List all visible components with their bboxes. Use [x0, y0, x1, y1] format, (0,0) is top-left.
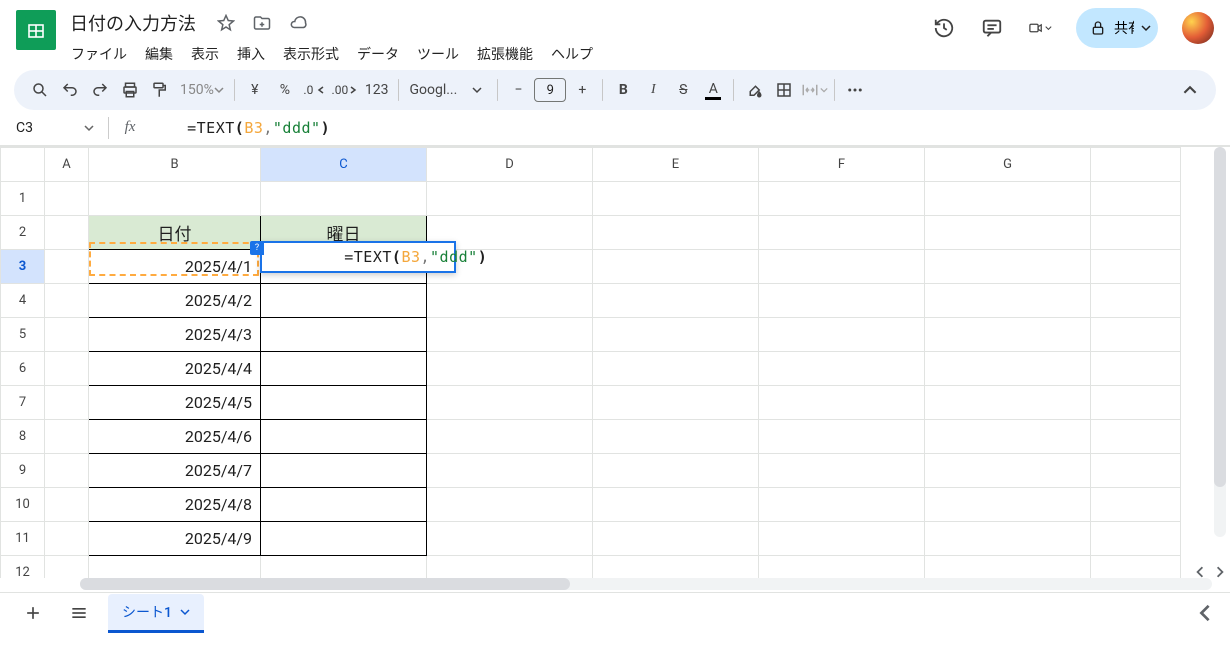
- sheet-scroll-arrows[interactable]: [1194, 566, 1226, 578]
- bold-button[interactable]: B: [609, 76, 637, 104]
- fill-color-button[interactable]: [740, 76, 768, 104]
- cell-B5[interactable]: 2025/4/3: [89, 318, 261, 352]
- row-header-6[interactable]: 6: [1, 352, 45, 386]
- cell-B3[interactable]: 2025/4/1: [89, 250, 261, 284]
- sheets-logo[interactable]: [16, 10, 56, 50]
- share-dropdown[interactable]: [1134, 10, 1158, 46]
- all-sheets-button[interactable]: [62, 596, 96, 630]
- cell-C6[interactable]: [261, 352, 427, 386]
- menu-data[interactable]: データ: [350, 40, 406, 68]
- menu-insert[interactable]: 挿入: [230, 40, 272, 68]
- merge-button[interactable]: [800, 76, 828, 104]
- cell-C9[interactable]: [261, 454, 427, 488]
- menu-bar: ファイル 編集 表示 挿入 表示形式 データ ツール 拡張機能 ヘルプ: [64, 38, 600, 68]
- cell-B2[interactable]: 日付: [89, 216, 261, 250]
- meet-icon[interactable]: [1028, 16, 1052, 40]
- move-icon[interactable]: [250, 11, 274, 35]
- sheet-tab-1[interactable]: シート1: [108, 594, 204, 633]
- cell-C8[interactable]: [261, 420, 427, 454]
- col-header-E[interactable]: E: [593, 148, 759, 182]
- cell-B11[interactable]: 2025/4/9: [89, 522, 261, 556]
- sheet-tab-menu-icon[interactable]: [180, 607, 190, 617]
- cell-C7[interactable]: [261, 386, 427, 420]
- menu-view[interactable]: 表示: [184, 40, 226, 68]
- more-toolbar-icon[interactable]: [841, 76, 869, 104]
- menu-edit[interactable]: 編集: [138, 40, 180, 68]
- search-menus-icon[interactable]: [26, 76, 54, 104]
- font-dropdown-icon[interactable]: [463, 76, 491, 104]
- spreadsheet-grid[interactable]: A B C D E F G 1 2 日付 曜日 3 2025/4/1 4 202…: [0, 147, 1181, 578]
- menu-extensions[interactable]: 拡張機能: [470, 40, 540, 68]
- row-header-11[interactable]: 11: [1, 522, 45, 556]
- menu-help[interactable]: ヘルプ: [544, 40, 600, 68]
- print-icon[interactable]: [116, 76, 144, 104]
- menu-file[interactable]: ファイル: [64, 40, 134, 68]
- row-header-2[interactable]: 2: [1, 216, 45, 250]
- horizontal-scrollbar[interactable]: [80, 578, 1212, 590]
- row-header-9[interactable]: 9: [1, 454, 45, 488]
- col-header-A[interactable]: A: [45, 148, 89, 182]
- font-size-input[interactable]: 9: [534, 78, 566, 102]
- row-header-4[interactable]: 4: [1, 284, 45, 318]
- add-sheet-button[interactable]: [16, 596, 50, 630]
- row-header-1[interactable]: 1: [1, 182, 45, 216]
- undo-icon[interactable]: [56, 76, 84, 104]
- cell-editor[interactable]: ? =TEXT(B3,"ddd"): [260, 241, 456, 273]
- vertical-scrollbar[interactable]: [1214, 147, 1226, 537]
- collapse-toolbar-icon[interactable]: [1176, 76, 1204, 104]
- col-header-B[interactable]: B: [89, 148, 261, 182]
- row-header-12[interactable]: 12: [1, 556, 45, 579]
- select-all-corner[interactable]: [1, 148, 45, 182]
- number-format-button[interactable]: 123: [361, 76, 393, 104]
- col-header-D[interactable]: D: [427, 148, 593, 182]
- col-header-F[interactable]: F: [759, 148, 925, 182]
- row-header-3[interactable]: 3: [1, 250, 45, 284]
- row-header-10[interactable]: 10: [1, 488, 45, 522]
- cell-C10[interactable]: [261, 488, 427, 522]
- formula-help-icon[interactable]: ?: [250, 241, 264, 255]
- cell-B10[interactable]: 2025/4/8: [89, 488, 261, 522]
- doc-title[interactable]: 日付の入力方法: [64, 8, 202, 38]
- font-size-decrease[interactable]: −: [504, 76, 532, 104]
- borders-button[interactable]: [770, 76, 798, 104]
- text-color-button[interactable]: A: [699, 76, 727, 104]
- col-header-G[interactable]: G: [925, 148, 1091, 182]
- sheet-tab-label: シート1: [122, 602, 172, 622]
- star-icon[interactable]: [214, 11, 238, 35]
- cell-C4[interactable]: [261, 284, 427, 318]
- row-header-5[interactable]: 5: [1, 318, 45, 352]
- explore-button[interactable]: [1196, 604, 1214, 622]
- name-box[interactable]: C3: [16, 120, 84, 136]
- strike-button[interactable]: S: [669, 76, 697, 104]
- history-icon[interactable]: [932, 16, 956, 40]
- cell-C11[interactable]: [261, 522, 427, 556]
- menu-format[interactable]: 表示形式: [276, 40, 346, 68]
- name-box-dropdown-icon[interactable]: [84, 123, 94, 133]
- cell-B6[interactable]: 2025/4/4: [89, 352, 261, 386]
- redo-icon[interactable]: [86, 76, 114, 104]
- row-header-7[interactable]: 7: [1, 386, 45, 420]
- cloud-status-icon[interactable]: [286, 11, 310, 35]
- row-header-8[interactable]: 8: [1, 420, 45, 454]
- avatar[interactable]: [1182, 12, 1214, 44]
- comments-icon[interactable]: [980, 16, 1004, 40]
- italic-button[interactable]: I: [639, 76, 667, 104]
- cell-C5[interactable]: [261, 318, 427, 352]
- col-header-extra[interactable]: [1091, 148, 1181, 182]
- col-header-C[interactable]: C: [261, 148, 427, 182]
- cell-B7[interactable]: 2025/4/5: [89, 386, 261, 420]
- fx-icon: fx: [121, 119, 139, 136]
- font-select[interactable]: Googl...: [405, 76, 461, 104]
- cell-B4[interactable]: 2025/4/2: [89, 284, 261, 318]
- cell-B9[interactable]: 2025/4/7: [89, 454, 261, 488]
- cell-B8[interactable]: 2025/4/6: [89, 420, 261, 454]
- menu-tools[interactable]: ツール: [410, 40, 466, 68]
- font-size-increase[interactable]: +: [568, 76, 596, 104]
- increase-decimal-button[interactable]: .00: [331, 76, 359, 104]
